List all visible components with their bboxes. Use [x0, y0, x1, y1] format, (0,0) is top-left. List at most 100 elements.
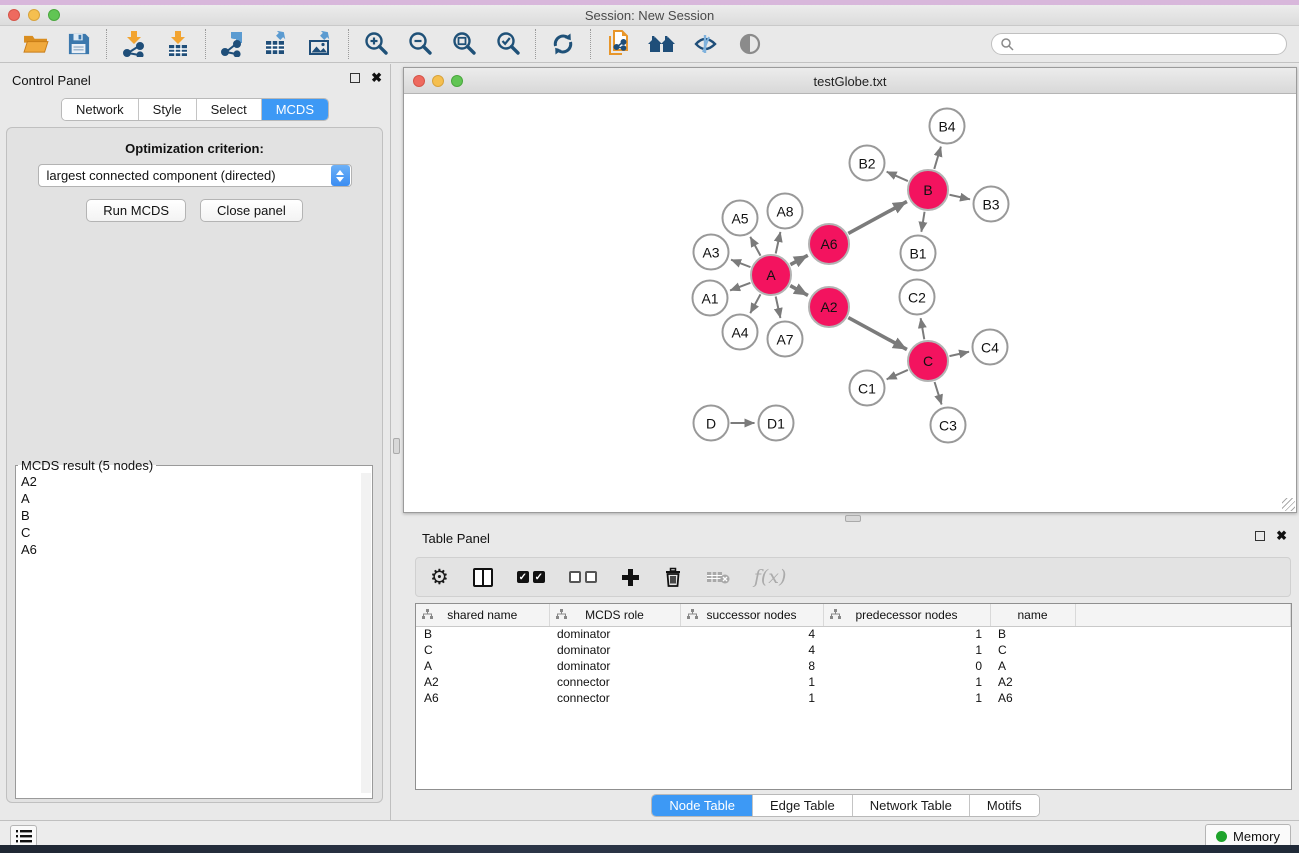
graph-node-A4[interactable]: A4 — [722, 314, 759, 351]
graph-node-A6[interactable]: A6 — [808, 223, 850, 265]
col-shared-name[interactable]: shared name — [416, 604, 549, 626]
delete-column-button[interactable] — [664, 564, 682, 590]
mcds-result-item[interactable]: A6 — [16, 541, 361, 558]
graph-node-C2[interactable]: C2 — [899, 279, 936, 316]
save-icon — [68, 33, 90, 55]
show-hide-panels-button[interactable] — [735, 29, 765, 59]
mcds-result-item[interactable]: A — [16, 490, 361, 507]
col-name[interactable]: name — [990, 604, 1075, 626]
graph-node-A[interactable]: A — [750, 254, 792, 296]
vertical-splitter-grip[interactable] — [393, 438, 400, 454]
col-predecessor-nodes[interactable]: predecessor nodes — [823, 604, 990, 626]
column-type-icon — [422, 609, 433, 623]
show-graphics-details-button[interactable] — [691, 29, 721, 59]
table-settings-button[interactable]: ⚙ — [430, 564, 449, 590]
graph-node-A5[interactable]: A5 — [722, 200, 759, 237]
import-network-button[interactable] — [119, 29, 149, 59]
table-cell: 8 — [680, 658, 823, 674]
zoom-in-button[interactable] — [361, 29, 391, 59]
graph-node-A2[interactable]: A2 — [808, 286, 850, 328]
tab-select[interactable]: Select — [197, 99, 262, 120]
graph-node-C3[interactable]: C3 — [930, 407, 967, 444]
tab-network[interactable]: Network — [62, 99, 139, 120]
close-panel-button[interactable]: Close panel — [200, 199, 303, 222]
table-row[interactable]: Cdominator41C — [416, 642, 1291, 658]
tab-node-table[interactable]: Node Table — [652, 795, 753, 816]
search-input[interactable] — [1014, 37, 1278, 51]
search-icon — [1000, 37, 1014, 51]
graph-node-B2[interactable]: B2 — [849, 145, 886, 182]
result-scrollbar[interactable] — [361, 473, 371, 793]
graph-node-C1[interactable]: C1 — [849, 370, 886, 407]
table-cell: C — [416, 642, 549, 658]
tab-network-table[interactable]: Network Table — [853, 795, 970, 816]
graph-node-B1[interactable]: B1 — [900, 235, 937, 272]
window-resize-grip[interactable] — [1282, 498, 1295, 511]
function-builder-button[interactable]: f(x) — [754, 564, 787, 590]
export-image-icon — [308, 31, 334, 57]
folder-open-icon — [22, 33, 49, 55]
zoom-selected-button[interactable] — [493, 29, 523, 59]
tab-edge-table[interactable]: Edge Table — [753, 795, 853, 816]
run-mcds-button[interactable]: Run MCDS — [86, 199, 186, 222]
export-image-button[interactable] — [306, 29, 336, 59]
add-column-button[interactable] — [621, 564, 640, 590]
table-cell: dominator — [549, 626, 680, 642]
horizontal-splitter-grip[interactable] — [845, 515, 861, 522]
mcds-result-item[interactable]: A2 — [16, 473, 361, 490]
show-column-panel-button[interactable] — [473, 564, 493, 590]
float-table-panel-icon[interactable] — [1255, 531, 1265, 541]
close-table-panel-icon[interactable]: ✖ — [1276, 531, 1287, 541]
table-cell-filler — [1075, 626, 1291, 642]
table-row[interactable]: A2connector11A2 — [416, 674, 1291, 690]
graph-node-A7[interactable]: A7 — [767, 321, 804, 358]
col-successor-nodes[interactable]: successor nodes — [680, 604, 823, 626]
col-mcds-role[interactable]: MCDS role — [549, 604, 680, 626]
columns-icon — [473, 568, 493, 587]
graph-node-C[interactable]: C — [907, 340, 949, 382]
close-panel-icon[interactable]: ✖ — [371, 73, 382, 83]
float-panel-icon[interactable] — [350, 73, 360, 83]
tab-motifs[interactable]: Motifs — [970, 795, 1039, 816]
refresh-layout-button[interactable] — [548, 29, 578, 59]
control-panel-title: Control Panel — [12, 73, 91, 88]
tab-mcds[interactable]: MCDS — [262, 99, 328, 120]
save-session-button[interactable] — [64, 29, 94, 59]
graph-node-D[interactable]: D — [693, 405, 730, 442]
gear-icon: ⚙ — [430, 566, 449, 588]
graph-node-A3[interactable]: A3 — [693, 234, 730, 271]
open-session-button[interactable] — [20, 29, 50, 59]
home-button[interactable] — [647, 29, 677, 59]
table-cell: 4 — [680, 626, 823, 642]
graph-node-A8[interactable]: A8 — [767, 193, 804, 230]
export-network-button[interactable] — [218, 29, 248, 59]
graph-node-C4[interactable]: C4 — [972, 329, 1009, 366]
clone-network-button[interactable] — [603, 29, 633, 59]
import-table-button[interactable] — [163, 29, 193, 59]
table-row[interactable]: Adominator80A — [416, 658, 1291, 674]
table-row[interactable]: Bdominator41B — [416, 626, 1291, 642]
graph-node-D1[interactable]: D1 — [758, 405, 795, 442]
network-canvas[interactable]: B4 B2 B B3 A8A5 A6 A3 B1 A A1 C2 A2 A4A7 C4 C C1 D D1 C3 — [404, 94, 1296, 512]
export-table-button[interactable] — [262, 29, 292, 59]
graph-node-B[interactable]: B — [907, 169, 949, 211]
graph-node-B4[interactable]: B4 — [929, 108, 966, 145]
search-box[interactable] — [991, 33, 1287, 55]
mcds-result-item[interactable]: B — [16, 507, 361, 524]
graph-node-A1[interactable]: A1 — [692, 280, 729, 317]
table-cell: 4 — [680, 642, 823, 658]
delete-table-button[interactable] — [706, 564, 730, 590]
task-history-button[interactable] — [10, 825, 37, 847]
select-all-button[interactable]: ✓ ✓ — [517, 564, 545, 590]
tab-style[interactable]: Style — [139, 99, 197, 120]
table-cell-filler — [1075, 690, 1291, 706]
checked-box-icon: ✓ — [533, 571, 545, 583]
zoom-fit-button[interactable] — [449, 29, 479, 59]
graph-node-B3[interactable]: B3 — [973, 186, 1010, 223]
table-tabs: Node Table Edge Table Network Table Moti… — [651, 794, 1039, 817]
optimization-criterion-select[interactable]: largest connected component (directed) — [38, 164, 352, 187]
deselect-all-button[interactable] — [569, 564, 597, 590]
zoom-out-button[interactable] — [405, 29, 435, 59]
mcds-result-item[interactable]: C — [16, 524, 361, 541]
table-row[interactable]: A6connector11A6 — [416, 690, 1291, 706]
